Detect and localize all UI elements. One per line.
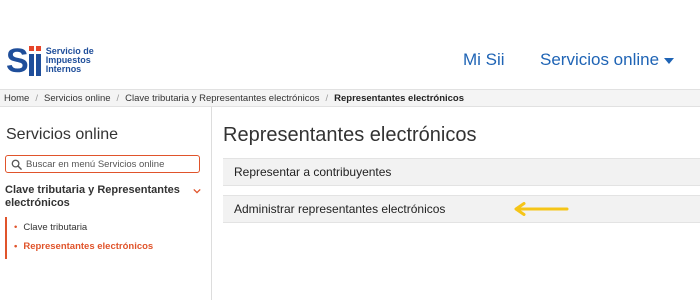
nav-mi-sii[interactable]: Mi Sii (463, 50, 505, 70)
option-administrar-representantes[interactable]: Administrar representantes electrónicos (223, 195, 700, 223)
sii-logo-mark: S (6, 44, 41, 78)
sidebar-item-clave-tributaria[interactable]: • Clave tributaria (14, 222, 87, 233)
bullet-icon: • (14, 241, 18, 252)
logo-text: Servicio de Impuestos Internos (45, 45, 94, 74)
search-input[interactable] (26, 158, 196, 170)
breadcrumb-servicios-online[interactable]: Servicios online (44, 93, 111, 104)
nav-servicios-online[interactable]: Servicios online (540, 50, 675, 70)
breadcrumb: Home / Servicios online / Clave tributar… (0, 89, 700, 107)
option-representar-contribuyentes[interactable]: Representar a contribuyentes (223, 158, 700, 186)
page-title: Representantes electrónicos (223, 124, 477, 146)
sidebar-section-clave-tributaria[interactable]: Clave tributaria y Representantes electr… (5, 184, 205, 210)
sidebar-search[interactable] (5, 155, 200, 173)
sii-logo[interactable]: S Servicio de Impuestos Internos (6, 44, 94, 78)
breadcrumb-clave-tributaria[interactable]: Clave tributaria y Representantes electr… (125, 93, 319, 104)
breadcrumb-separator: / (35, 92, 38, 104)
chevron-down-icon (193, 188, 201, 194)
sidebar-item-representantes[interactable]: • Representantes electrónicos (14, 241, 153, 252)
breadcrumb-current: Representantes electrónicos (334, 92, 465, 104)
bullet-icon: • (14, 222, 18, 233)
option-label: Administrar representantes electrónicos (234, 202, 446, 216)
site-header: S Servicio de Impuestos Internos Mi Sii … (0, 0, 700, 88)
breadcrumb-home[interactable]: Home (4, 93, 29, 104)
breadcrumb-separator: / (116, 92, 120, 104)
sidebar-title: Servicios online (6, 126, 119, 143)
search-icon (11, 159, 22, 170)
sidebar: Servicios online Clave tributaria y Repr… (0, 107, 212, 300)
sidebar-subnav: • Clave tributaria • Representantes electr… (5, 217, 205, 259)
sidebar-section-label: Clave tributaria y Representantes electr… (5, 184, 180, 209)
arrow-left-icon (514, 202, 569, 216)
breadcrumb-separator: / (325, 92, 329, 104)
option-label: Representar a contribuyentes (234, 165, 392, 179)
caret-down-icon (664, 58, 675, 64)
